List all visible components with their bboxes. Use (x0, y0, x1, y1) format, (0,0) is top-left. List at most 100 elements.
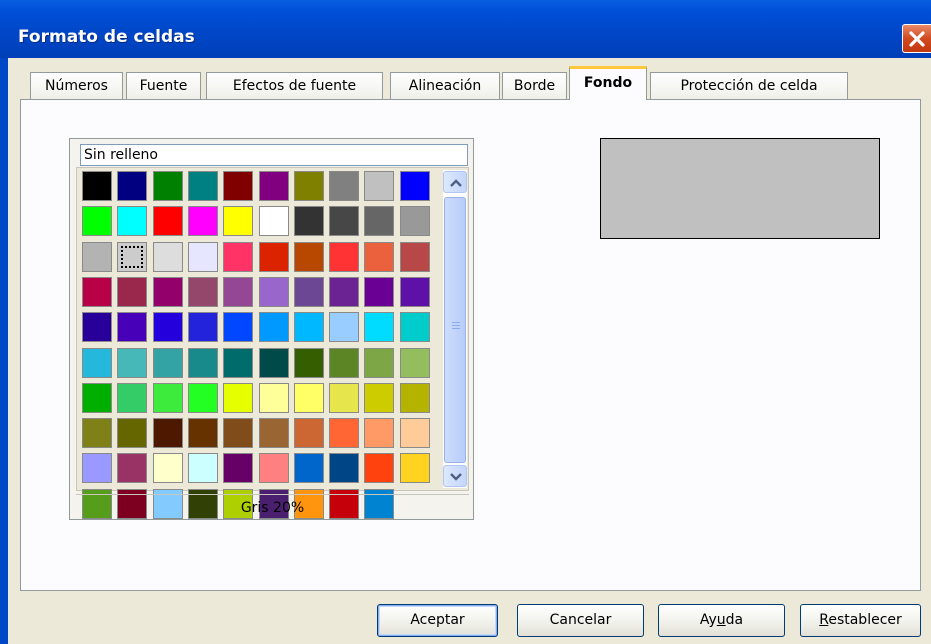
color-swatch[interactable] (223, 206, 254, 237)
color-swatch[interactable] (117, 312, 148, 343)
color-swatch[interactable] (364, 241, 395, 272)
color-swatch[interactable] (223, 453, 254, 484)
color-swatch[interactable] (399, 276, 430, 307)
color-swatch[interactable] (82, 241, 112, 272)
color-swatch[interactable] (364, 418, 395, 449)
color-swatch[interactable] (258, 347, 289, 378)
color-swatch[interactable] (117, 241, 148, 272)
color-swatch[interactable] (364, 382, 395, 413)
color-swatch[interactable] (152, 206, 183, 237)
color-swatch[interactable] (329, 241, 360, 272)
color-swatch[interactable] (152, 171, 183, 201)
color-swatch[interactable] (187, 312, 218, 343)
color-swatch[interactable] (187, 276, 218, 307)
color-swatch[interactable] (152, 453, 183, 484)
color-swatch[interactable] (399, 171, 430, 201)
color-swatch[interactable] (117, 276, 148, 307)
color-swatch[interactable] (364, 347, 395, 378)
tab-alineacion[interactable]: Alineación (390, 72, 500, 99)
color-swatch[interactable] (293, 276, 324, 307)
color-swatch[interactable] (82, 206, 112, 237)
color-swatch[interactable] (364, 312, 395, 343)
color-swatch[interactable] (258, 418, 289, 449)
tab-fondo[interactable]: Fondo (569, 66, 647, 100)
color-swatch[interactable] (329, 276, 360, 307)
color-swatch[interactable] (399, 241, 430, 272)
color-swatch[interactable] (117, 382, 148, 413)
color-swatch[interactable] (364, 276, 395, 307)
tab-numeros[interactable]: Números (30, 72, 123, 99)
color-swatch[interactable] (82, 171, 112, 201)
color-swatch[interactable] (187, 241, 218, 272)
color-swatch[interactable] (152, 418, 183, 449)
color-swatch[interactable] (293, 241, 324, 272)
color-swatch[interactable] (223, 171, 254, 201)
color-swatch[interactable] (364, 171, 395, 201)
color-swatch[interactable] (399, 312, 430, 343)
color-swatch[interactable] (187, 171, 218, 201)
color-swatch[interactable] (223, 241, 254, 272)
color-swatch[interactable] (293, 347, 324, 378)
color-swatch[interactable] (364, 206, 395, 237)
color-swatch[interactable] (293, 206, 324, 237)
color-swatch[interactable] (329, 171, 360, 201)
color-swatch[interactable] (293, 453, 324, 484)
ok-button[interactable]: Aceptar (377, 604, 498, 637)
color-swatch[interactable] (82, 276, 112, 307)
color-swatch[interactable] (117, 347, 148, 378)
color-swatch[interactable] (329, 347, 360, 378)
color-swatch[interactable] (399, 206, 430, 237)
color-swatch[interactable] (399, 453, 430, 484)
color-swatch[interactable] (117, 418, 148, 449)
color-swatch[interactable] (364, 453, 395, 484)
color-swatch[interactable] (223, 382, 254, 413)
color-swatch[interactable] (152, 347, 183, 378)
color-swatch[interactable] (117, 206, 148, 237)
color-swatch[interactable] (117, 171, 148, 201)
scroll-down-button[interactable] (443, 465, 467, 487)
color-swatch[interactable] (223, 418, 254, 449)
color-swatch[interactable] (152, 382, 183, 413)
color-swatch[interactable] (329, 206, 360, 237)
color-swatch[interactable] (329, 418, 360, 449)
color-swatch[interactable] (293, 312, 324, 343)
color-swatch[interactable] (152, 276, 183, 307)
color-swatch[interactable] (117, 453, 148, 484)
tab-fuente[interactable]: Fuente (126, 72, 201, 99)
tab-borde[interactable]: Borde (502, 72, 567, 99)
tab-proteccion-de-celda[interactable]: Protección de celda (650, 72, 848, 99)
color-swatch[interactable] (258, 312, 289, 343)
fill-option-field[interactable]: Sin relleno (80, 144, 468, 166)
color-swatch[interactable] (329, 382, 360, 413)
color-swatch[interactable] (293, 171, 324, 201)
color-swatch[interactable] (329, 312, 360, 343)
color-swatch[interactable] (223, 276, 254, 307)
color-swatch[interactable] (82, 312, 112, 343)
scroll-thumb[interactable] (444, 197, 466, 463)
color-swatch[interactable] (399, 418, 430, 449)
tab-efectos-de-fuente[interactable]: Efectos de fuente (206, 72, 383, 99)
color-swatch[interactable] (399, 382, 430, 413)
color-swatch[interactable] (293, 418, 324, 449)
color-swatch[interactable] (82, 347, 112, 378)
color-swatch[interactable] (399, 347, 430, 378)
color-swatch[interactable] (258, 453, 289, 484)
color-swatch[interactable] (258, 171, 289, 201)
close-button[interactable] (902, 24, 931, 53)
color-swatch[interactable] (187, 453, 218, 484)
color-swatch[interactable] (82, 418, 112, 449)
help-button[interactable]: Ayuda (658, 604, 785, 637)
reset-button[interactable]: Restablecer (800, 604, 921, 637)
color-swatch[interactable] (223, 312, 254, 343)
color-swatch[interactable] (187, 347, 218, 378)
color-swatch[interactable] (152, 241, 183, 272)
color-swatch[interactable] (258, 206, 289, 237)
cancel-button[interactable]: Cancelar (517, 604, 644, 637)
color-swatch[interactable] (187, 382, 218, 413)
color-swatch[interactable] (258, 276, 289, 307)
color-swatch[interactable] (82, 382, 112, 413)
color-swatch[interactable] (187, 418, 218, 449)
color-swatch[interactable] (223, 347, 254, 378)
color-swatch[interactable] (258, 241, 289, 272)
scroll-up-button[interactable] (443, 171, 467, 193)
